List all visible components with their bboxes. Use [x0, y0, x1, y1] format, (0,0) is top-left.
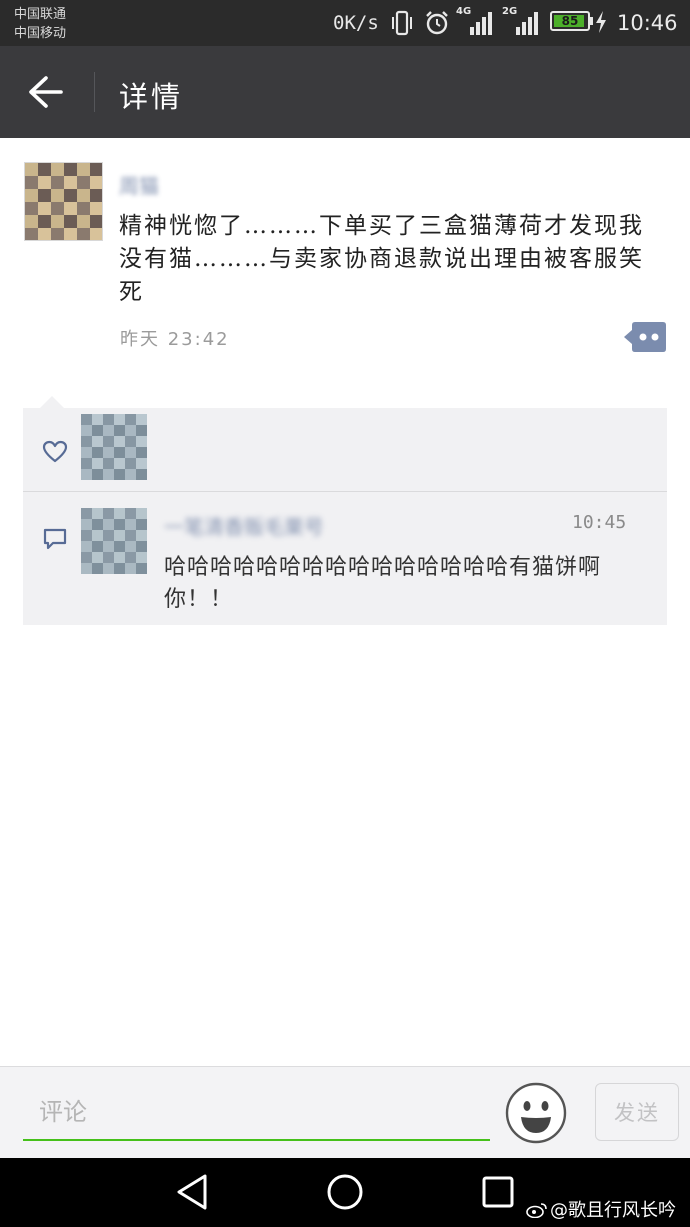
status-clock: 10:46 [617, 11, 678, 35]
battery-level: 85 [561, 14, 579, 28]
commenter-name[interactable]: 一笔清香贩毛栗号 [164, 511, 324, 540]
vibrate-icon [392, 10, 412, 36]
network-type-1: 4G [456, 6, 472, 17]
heart-icon [42, 440, 68, 463]
carrier-names: 中国联通 中国移动 [14, 5, 66, 43]
comment-time: 10:45 [572, 512, 627, 533]
watermark: @歌且行风长吟 [526, 1196, 676, 1222]
weibo-logo-icon [526, 1203, 547, 1218]
comment-bubble-icon [43, 528, 67, 550]
nav-home-icon[interactable] [326, 1173, 364, 1211]
post-text: 精神恍惚了………下单买了三盒猫薄荷才发现我没有猫………与卖家协商退款说出理由被客… [119, 213, 644, 305]
status-bar: 中国联通 中国移动 0K/s 4G 2G 85 10:46 [0, 0, 690, 46]
battery-tip [590, 17, 593, 25]
watermark-text: @歌且行风长吟 [550, 1200, 676, 1221]
alarm-icon [426, 11, 448, 35]
carrier-2: 中国移动 [14, 26, 67, 41]
send-button[interactable]: 发送 [595, 1083, 679, 1141]
comment-text[interactable]: 哈哈哈哈哈哈哈哈哈哈哈哈哈哈哈有猫饼啊你！！ [164, 552, 654, 616]
commenter-avatar[interactable] [81, 508, 147, 574]
nav-back-icon[interactable] [174, 1172, 210, 1212]
comment-input[interactable] [23, 1085, 490, 1141]
nav-recent-apps-icon[interactable] [482, 1176, 514, 1208]
network-type-2: 2G [502, 6, 518, 17]
battery-icon: 85 [550, 11, 590, 31]
page-title: 详情 [119, 80, 184, 114]
title-bar: 详情 [0, 46, 690, 138]
panel-notch [40, 396, 64, 408]
carrier-1: 中国联通 [14, 7, 67, 22]
emoji-smile-icon[interactable] [505, 1082, 567, 1144]
charging-icon [596, 11, 606, 33]
post-author-name[interactable]: 周猫 [119, 170, 159, 199]
network-speed: 0K/s [333, 12, 379, 34]
comment-menu-icon[interactable] [624, 322, 666, 352]
title-divider [94, 72, 95, 112]
post-time: 昨天 23:42 [120, 329, 230, 350]
like-user-avatar[interactable] [81, 414, 147, 480]
post-author-avatar[interactable] [24, 162, 103, 241]
back-arrow-icon[interactable] [26, 74, 64, 110]
